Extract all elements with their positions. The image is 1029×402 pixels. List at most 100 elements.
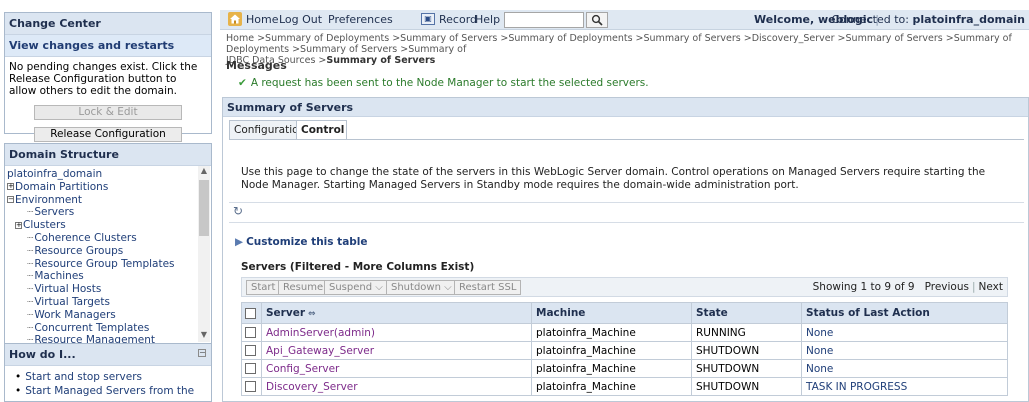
preferences-link[interactable]: Preferences xyxy=(328,13,393,26)
refresh-icon[interactable]: ↻ xyxy=(233,204,243,218)
tree-scrollbar[interactable]: ▲ ▼ xyxy=(198,166,210,342)
scrollbar-thumb[interactable] xyxy=(199,180,209,236)
checkbox[interactable] xyxy=(245,345,256,356)
search-button[interactable] xyxy=(586,12,608,28)
state-cell: SHUTDOWN xyxy=(691,341,802,360)
view-changes-link[interactable]: View changes and restarts xyxy=(5,35,211,57)
tree-item-resource-group-templates[interactable]: ┈Resource Group Templates xyxy=(7,258,211,271)
page-title: Summary of Servers xyxy=(223,98,1028,117)
summary-panel: Summary of Servers Configuration Control… xyxy=(222,97,1029,402)
tab-divider xyxy=(229,139,1024,140)
success-message: ✔ A request has been sent to the Node Man… xyxy=(238,77,649,89)
messages-heading: Messages xyxy=(226,59,287,72)
checkbox[interactable] xyxy=(245,363,256,374)
table-title: Servers (Filtered - More Columns Exist) xyxy=(241,261,475,273)
tree-item-concurrent-templates[interactable]: ┈Concurrent Templates xyxy=(7,322,211,335)
record-icon[interactable]: ▣ xyxy=(421,13,435,25)
tree-item-virtual-hosts[interactable]: ┈Virtual Hosts xyxy=(7,283,211,296)
tree-item-clusters[interactable]: +Clusters xyxy=(7,219,211,232)
machine-cell: platoinfra_Machine xyxy=(531,359,692,378)
tree-item-work-managers[interactable]: ┈Work Managers xyxy=(7,309,211,322)
chevron-down-icon: ⌵ xyxy=(375,282,383,293)
customize-table-link[interactable]: ▶ Customize this table xyxy=(235,236,368,248)
domain-structure-title: Domain Structure xyxy=(5,144,211,166)
sort-icon[interactable]: ⇔ xyxy=(308,309,316,319)
domain-tree: platoinfra_domain +Domain Partitions −En… xyxy=(5,166,211,344)
restart-ssl-button[interactable]: Restart SSL xyxy=(454,280,522,295)
search-input[interactable] xyxy=(504,12,584,28)
collapse-icon[interactable]: − xyxy=(7,196,14,204)
suspend-button[interactable]: Suspend ⌵ xyxy=(324,280,388,295)
status-link[interactable]: None xyxy=(801,323,1008,342)
list-item[interactable]: Start and stop servers xyxy=(15,370,211,384)
table-row: AdminServer(admin) platoinfra_Machine RU… xyxy=(241,323,1008,342)
tree-item-domain-partitions[interactable]: +Domain Partitions xyxy=(7,181,211,194)
server-link[interactable]: Config_Server xyxy=(261,359,532,378)
column-header-state[interactable]: State xyxy=(691,302,802,324)
collapse-icon[interactable]: − xyxy=(198,349,206,357)
checkbox[interactable] xyxy=(245,327,256,338)
machine-cell: platoinfra_Machine xyxy=(531,341,692,360)
server-link[interactable]: Api_Gateway_Server xyxy=(261,341,532,360)
logout-link[interactable]: Log Out xyxy=(279,13,322,26)
divider xyxy=(229,222,1024,223)
status-link[interactable]: TASK IN PROGRESS xyxy=(801,377,1008,396)
state-cell: SHUTDOWN xyxy=(691,359,802,378)
chevron-down-icon: ⌵ xyxy=(444,282,452,293)
change-center-panel: Change Center View changes and restarts … xyxy=(4,12,212,142)
record-link[interactable]: Record xyxy=(439,13,477,26)
list-item[interactable]: Start Managed Servers from the xyxy=(15,384,211,398)
tab-configuration[interactable]: Configuration xyxy=(229,120,305,140)
showing-count: Showing 1 to 9 of 9 xyxy=(812,281,915,293)
breadcrumb-line: JDBC Data Sources >Summary of Servers xyxy=(226,55,436,66)
release-configuration-button[interactable]: Release Configuration xyxy=(34,127,182,142)
help-link[interactable]: Help xyxy=(475,13,500,26)
how-do-i-panel: How do I... − Start and stop servers Sta… xyxy=(4,343,212,402)
chevron-down-icon[interactable]: ▼ xyxy=(198,330,210,342)
tree-item-machines[interactable]: ┈Machines xyxy=(7,270,211,283)
table-row: Config_Server platoinfra_Machine SHUTDOW… xyxy=(241,359,1008,378)
table-row: Discovery_Server platoinfra_Machine SHUT… xyxy=(241,377,1008,396)
tree-item-coherence-clusters[interactable]: ┈Coherence Clusters xyxy=(7,232,211,245)
server-link[interactable]: Discovery_Server xyxy=(261,377,532,396)
home-icon[interactable] xyxy=(228,12,242,26)
breadcrumb-line[interactable]: Home >Summary of Deployments >Summary of… xyxy=(226,33,1026,55)
column-header-server[interactable]: Server ⇔ xyxy=(261,302,532,324)
checkbox[interactable] xyxy=(245,307,256,319)
column-header-machine[interactable]: Machine xyxy=(531,302,692,324)
machine-cell: platoinfra_Machine xyxy=(531,323,692,342)
lock-edit-button[interactable]: Lock & Edit xyxy=(34,105,182,120)
chevron-up-icon[interactable]: ▲ xyxy=(198,166,210,178)
home-link[interactable]: Home xyxy=(246,13,278,26)
status-link[interactable]: None xyxy=(801,341,1008,360)
next-link[interactable]: Next xyxy=(979,281,1003,293)
tree-item-resource-groups[interactable]: ┈Resource Groups xyxy=(7,245,211,258)
how-do-i-title: How do I... xyxy=(5,344,211,366)
triangle-right-icon: ▶ xyxy=(235,236,244,248)
select-all-checkbox-cell[interactable] xyxy=(241,302,262,324)
server-link[interactable]: AdminServer(admin) xyxy=(261,323,532,342)
tree-item-servers[interactable]: ┈Servers xyxy=(7,206,211,219)
left-column: Change Center View changes and restarts … xyxy=(0,0,212,402)
table-row: Api_Gateway_Server platoinfra_Machine SH… xyxy=(241,341,1008,360)
resume-button[interactable]: Resume xyxy=(278,280,329,295)
tab-control[interactable]: Control xyxy=(296,120,347,140)
checkbox[interactable] xyxy=(245,381,256,392)
tree-item-root[interactable]: platoinfra_domain xyxy=(7,168,211,181)
tree-item-virtual-targets[interactable]: ┈Virtual Targets xyxy=(7,296,211,309)
table-header-row: Server ⇔ Machine State Status of Last Act… xyxy=(241,302,1008,324)
tree-item-environment[interactable]: −Environment xyxy=(7,194,211,207)
breadcrumb-current: Summary of Servers xyxy=(326,55,436,66)
status-link[interactable]: None xyxy=(801,359,1008,378)
shutdown-button[interactable]: Shutdown ⌵ xyxy=(386,280,457,295)
search-icon xyxy=(591,14,603,26)
state-cell: SHUTDOWN xyxy=(691,377,802,396)
expand-icon[interactable]: + xyxy=(15,221,22,229)
previous-link[interactable]: Previous xyxy=(925,281,969,293)
change-center-title: Change Center xyxy=(5,13,211,35)
expand-icon[interactable]: + xyxy=(7,183,14,191)
machine-cell: platoinfra_Machine xyxy=(531,377,692,396)
column-header-status[interactable]: Status of Last Action xyxy=(801,302,1008,324)
start-button[interactable]: Start xyxy=(246,280,281,295)
page-description: Use this page to change the state of the… xyxy=(241,166,986,191)
